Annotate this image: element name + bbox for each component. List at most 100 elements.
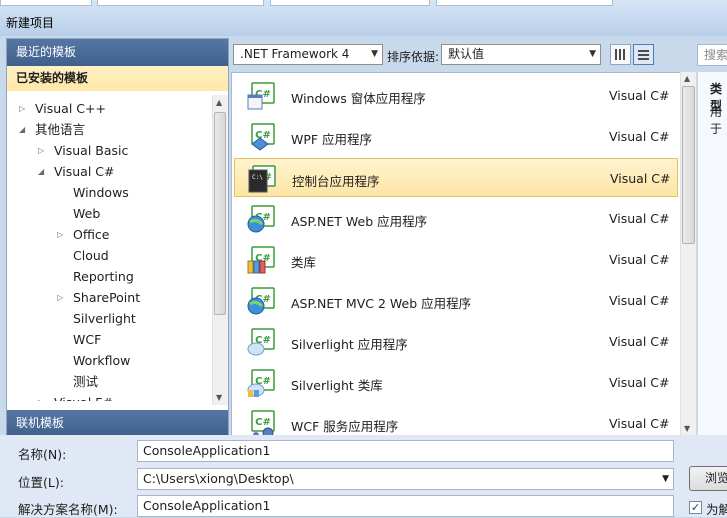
template-row[interactable]: C#C:\ 控制台应用程序 Visual C#	[234, 158, 678, 197]
template-row[interactable]: C# ASP.NET Web 应用程序 Visual C#	[234, 199, 678, 238]
template-navigation-pane: 最近的模板 已安装的模板 ▷ Visual C++ ◢ 其他语言 ▷ Visual Bas…	[6, 38, 229, 437]
tree-item[interactable]: Windows	[73, 183, 129, 203]
browse-button[interactable]: 浏览	[689, 466, 727, 491]
tree-collapsed-arrow-icon[interactable]: ▷	[57, 230, 67, 239]
windows-forms-icon: C#	[246, 81, 276, 111]
location-value: C:\Users\xiong\Desktop\	[143, 471, 294, 486]
tree-item[interactable]: Visual Basic	[54, 141, 128, 161]
template-name: 类库	[291, 255, 317, 270]
template-name: WPF 应用程序	[291, 132, 373, 147]
tree-item[interactable]: SharePoint	[73, 288, 140, 308]
template-description: 类型 用于	[697, 72, 727, 435]
template-name: 控制台应用程序	[292, 174, 380, 189]
sort-dropdown[interactable]: 默认值 ▼	[441, 44, 601, 65]
chevron-down-icon[interactable]: ▼	[662, 469, 669, 489]
scroll-up-arrow-icon[interactable]: ▲	[684, 74, 690, 83]
solution-name-input[interactable]: ConsoleApplication1	[137, 495, 674, 517]
sort-value: 默认值	[448, 47, 485, 61]
silverlight-icon: C#	[246, 327, 276, 357]
template-description-text: 用于	[710, 105, 723, 136]
tree-item[interactable]: 其他语言	[35, 120, 85, 140]
template-language: Visual C#	[609, 211, 670, 226]
sort-by-label: 排序依据:	[387, 50, 440, 64]
svg-text:C:\: C:\	[252, 174, 263, 181]
dialog-title-bar: 新建项目	[0, 0, 727, 36]
class-library-icon: C#	[246, 245, 276, 275]
template-row[interactable]: C# Silverlight 应用程序 Visual C#	[234, 322, 678, 361]
web-globe-icon: C#	[246, 204, 276, 234]
template-row[interactable]: C# WCF 服务应用程序 Visual C#	[234, 404, 678, 436]
template-name: Silverlight 类库	[291, 378, 383, 393]
create-directory-checkbox[interactable]: ✓	[689, 501, 702, 514]
tree-item[interactable]: WCF	[73, 330, 101, 350]
template-language: Visual C#	[610, 171, 671, 186]
tree-item[interactable]: Silverlight	[73, 309, 136, 329]
recent-templates-header[interactable]: 最近的模板	[7, 39, 228, 66]
tree-item[interactable]: Visual F#	[54, 393, 113, 401]
scroll-up-arrow-icon[interactable]: ▲	[216, 98, 222, 107]
tree-item[interactable]: Workflow	[73, 351, 130, 371]
tree-item[interactable]: Office	[73, 225, 110, 245]
online-templates-header[interactable]: 联机模板	[7, 410, 228, 437]
wpf-icon: C#	[246, 122, 276, 152]
template-language: Visual C#	[609, 375, 670, 390]
template-name: WCF 服务应用程序	[291, 419, 399, 434]
tree-expanded-arrow-icon[interactable]: ◢	[19, 125, 29, 134]
framework-dropdown[interactable]: .NET Framework 4 ▼	[233, 44, 383, 65]
nav-scrollbar-thumb[interactable]	[214, 112, 226, 315]
location-label: 位置(L):	[18, 475, 64, 490]
template-name: Silverlight 应用程序	[291, 337, 408, 352]
solution-name-label: 解决方案名称(M):	[18, 502, 118, 517]
template-language: Visual C#	[609, 252, 670, 267]
tree-expanded-arrow-icon[interactable]: ◢	[38, 167, 48, 176]
project-name-label: 名称(N):	[18, 447, 67, 462]
tree-collapsed-arrow-icon[interactable]: ▷	[19, 104, 29, 113]
background-window-fragment	[436, 0, 613, 6]
list-view-button[interactable]	[633, 44, 654, 65]
tree-item[interactable]: Cloud	[73, 246, 109, 266]
template-language: Visual C#	[609, 293, 670, 308]
svg-text:C#: C#	[255, 417, 271, 428]
template-row[interactable]: C# 类库 Visual C#	[234, 240, 678, 279]
template-row[interactable]: C# WPF 应用程序 Visual C#	[234, 117, 678, 156]
installed-templates-header[interactable]: 已安装的模板	[7, 66, 228, 91]
grid-view-icon	[615, 49, 626, 60]
template-language: Visual C#	[609, 416, 670, 431]
tree-item[interactable]: 测试	[73, 372, 98, 392]
tree-collapsed-arrow-icon[interactable]: ▷	[38, 146, 48, 155]
framework-value: .NET Framework 4	[240, 47, 350, 61]
scroll-down-arrow-icon[interactable]: ▼	[684, 424, 690, 433]
dialog-title: 新建项目	[6, 16, 55, 30]
nav-scrollbar[interactable]: ▲ ▼	[212, 95, 228, 405]
tree-item[interactable]: Visual C++	[35, 99, 106, 119]
tree-collapsed-arrow-icon[interactable]: ▷	[38, 398, 48, 401]
tree-item[interactable]: Visual C#	[54, 162, 115, 182]
chevron-down-icon: ▼	[371, 49, 378, 59]
chevron-down-icon: ▼	[589, 49, 596, 59]
template-language: Visual C#	[609, 334, 670, 349]
template-row[interactable]: C# ASP.NET MVC 2 Web 应用程序 Visual C#	[234, 281, 678, 320]
list-view-icon	[638, 49, 649, 60]
web-globe-icon: C#	[246, 286, 276, 316]
silverlight-library-icon: C#	[246, 368, 276, 398]
template-row[interactable]: C# Windows 窗体应用程序 Visual C#	[234, 76, 678, 115]
background-window-fragment	[97, 0, 264, 6]
wcf-icon: C#	[246, 409, 276, 436]
template-list-scrollbar[interactable]: ▲ ▼	[680, 72, 696, 435]
background-window-fragment	[0, 0, 92, 6]
template-language: Visual C#	[609, 88, 670, 103]
location-combobox[interactable]: C:\Users\xiong\Desktop\ ▼	[137, 468, 674, 490]
template-row[interactable]: C# Silverlight 类库 Visual C#	[234, 363, 678, 402]
small-icons-view-button[interactable]	[610, 44, 631, 65]
template-name: ASP.NET Web 应用程序	[291, 214, 428, 229]
console-icon: C#C:\	[247, 164, 277, 194]
project-name-input[interactable]: ConsoleApplication1	[137, 440, 674, 462]
scroll-down-arrow-icon[interactable]: ▼	[216, 393, 222, 402]
create-directory-label: 为解	[706, 502, 727, 517]
tree-collapsed-arrow-icon[interactable]: ▷	[57, 293, 67, 302]
template-list: C# Windows 窗体应用程序 Visual C# C# WPF 应用程序 Visua…	[231, 72, 681, 437]
tree-item[interactable]: Web	[73, 204, 100, 224]
tree-item[interactable]: Reporting	[73, 267, 134, 287]
search-templates-input[interactable]: 搜索	[697, 44, 727, 66]
template-list-scrollbar-thumb[interactable]	[682, 86, 695, 244]
